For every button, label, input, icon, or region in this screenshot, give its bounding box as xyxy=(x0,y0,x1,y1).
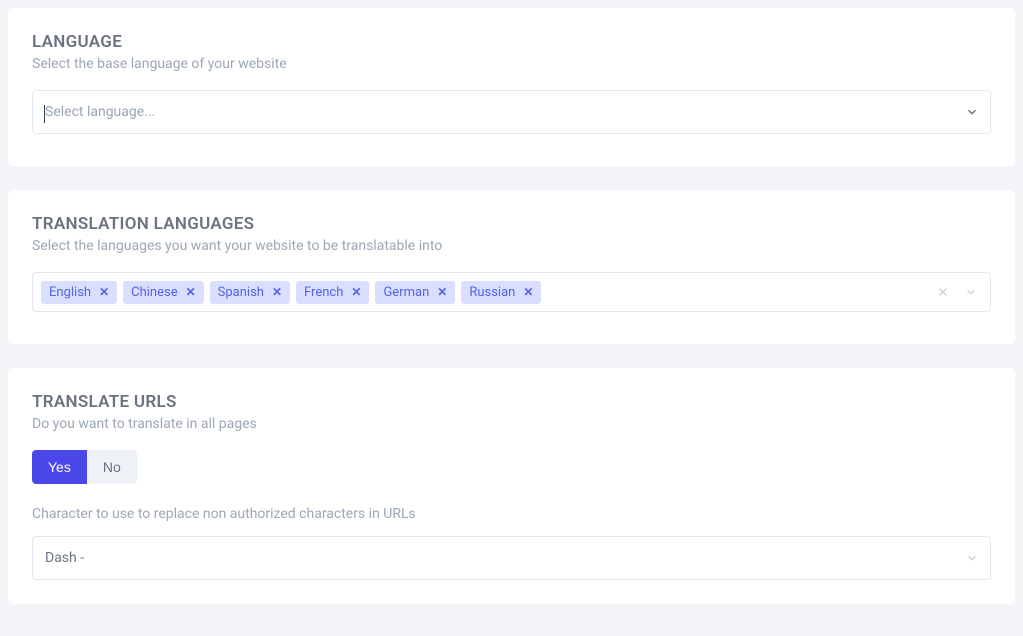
url-character-label: Character to use to replace non authoriz… xyxy=(32,506,991,522)
language-tag-label: German xyxy=(383,285,429,300)
url-character-select[interactable]: Dash - xyxy=(32,536,991,580)
language-tag: Spanish ✕ xyxy=(210,281,290,304)
toggle-no-button[interactable]: No xyxy=(87,450,137,484)
language-tag-label: Chinese xyxy=(131,285,177,300)
translate-urls-title: TRANSLATE URLS xyxy=(32,392,991,412)
remove-tag-icon[interactable]: ✕ xyxy=(437,285,447,299)
translate-urls-subtitle: Do you want to translate in all pages xyxy=(32,416,991,432)
language-tag-label: English xyxy=(49,285,91,300)
remove-tag-icon[interactable]: ✕ xyxy=(186,285,196,299)
chevron-down-icon[interactable] xyxy=(964,285,978,299)
toggle-yes-button[interactable]: Yes xyxy=(32,450,87,484)
language-title: LANGUAGE xyxy=(32,32,991,52)
language-placeholder: Select language... xyxy=(45,104,155,120)
language-subtitle: Select the base language of your website xyxy=(32,56,991,72)
language-card: LANGUAGE Select the base language of you… xyxy=(8,8,1015,166)
language-select-wrap: Select language... xyxy=(32,90,991,134)
language-tag: Russian ✕ xyxy=(461,281,541,304)
language-tag: Chinese ✕ xyxy=(123,281,204,304)
remove-tag-icon[interactable]: ✕ xyxy=(272,285,282,299)
translation-languages-title: TRANSLATION LANGUAGES xyxy=(32,214,991,234)
translate-urls-toggle: Yes No xyxy=(32,450,137,484)
language-tag: English ✕ xyxy=(41,281,117,304)
remove-tag-icon[interactable]: ✕ xyxy=(99,285,109,299)
language-tag-label: Spanish xyxy=(218,285,264,300)
language-tag-label: Russian xyxy=(469,285,515,300)
remove-tag-icon[interactable]: ✕ xyxy=(351,285,361,299)
language-tag-label: French xyxy=(304,285,343,300)
url-character-value: Dash - xyxy=(45,550,84,566)
translation-languages-subtitle: Select the languages you want your websi… xyxy=(32,238,991,254)
translate-urls-card: TRANSLATE URLS Do you want to translate … xyxy=(8,368,1015,604)
language-select[interactable]: Select language... xyxy=(32,90,991,134)
remove-tag-icon[interactable]: ✕ xyxy=(523,285,533,299)
translation-languages-card: TRANSLATION LANGUAGES Select the languag… xyxy=(8,190,1015,344)
translation-languages-tags[interactable]: English✕Chinese✕Spanish✕French✕German✕Ru… xyxy=(32,272,991,312)
url-character-select-wrap: Dash - xyxy=(32,536,991,580)
clear-all-icon[interactable] xyxy=(936,285,950,299)
language-tag: German ✕ xyxy=(375,281,455,304)
text-cursor xyxy=(44,105,45,123)
language-tag: French ✕ xyxy=(296,281,369,304)
